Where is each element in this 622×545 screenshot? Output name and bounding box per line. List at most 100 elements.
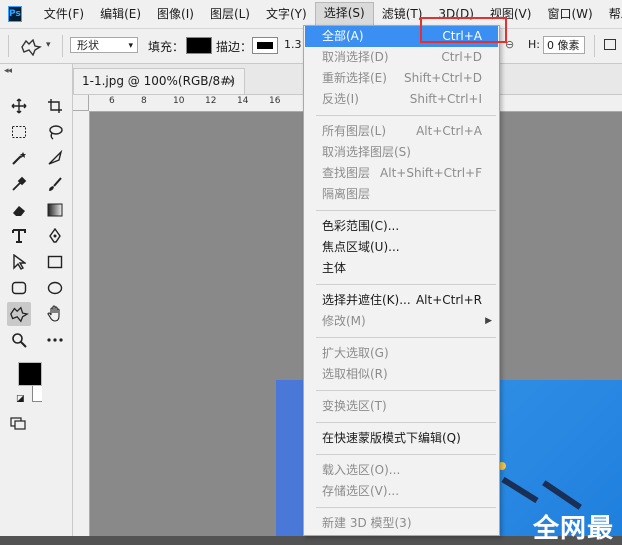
path-operations-icon[interactable] bbox=[604, 39, 616, 50]
menu-item-label: 新建 3D 模型(3) bbox=[322, 516, 412, 530]
ruler-tick-label: 12 bbox=[205, 96, 217, 106]
menu-item-label: 载入选区(O)... bbox=[322, 463, 401, 477]
menu-item-inverse[interactable]: 反选(I) Shift+Ctrl+I bbox=[305, 89, 498, 110]
menu-item-transform-selection[interactable]: 变换选区(T) bbox=[305, 396, 498, 417]
menu-item-grow[interactable]: 扩大选取(G) bbox=[305, 343, 498, 364]
custom-shape-tool-preset-icon[interactable] bbox=[20, 38, 42, 59]
menu-item-label: 色彩范围(C)... bbox=[322, 219, 400, 233]
menu-window[interactable]: 窗口(W) bbox=[539, 3, 600, 25]
menu-item-label: 反选(I) bbox=[322, 92, 359, 106]
menu-select[interactable]: 选择(S) bbox=[314, 2, 374, 26]
ruler-tick-label: 10 bbox=[173, 96, 185, 106]
menu-item-new-3d-model[interactable]: 新建 3D 模型(3) bbox=[305, 513, 498, 534]
menu-edit[interactable]: 编辑(E) bbox=[92, 3, 149, 25]
foreground-color-swatch[interactable] bbox=[18, 362, 42, 386]
menu-separator bbox=[316, 507, 496, 508]
chevron-down-icon[interactable]: ▾ bbox=[46, 40, 51, 50]
menu-help[interactable]: 帮助(H) bbox=[601, 3, 622, 25]
menu-item-label: 主体 bbox=[322, 261, 347, 275]
shape-mode-select[interactable]: 形状 ▾ bbox=[70, 37, 138, 53]
path-select-icon[interactable] bbox=[9, 252, 29, 272]
menu-item-label: 焦点区域(U)... bbox=[322, 240, 400, 254]
menu-item-load-selection[interactable]: 载入选区(O)... bbox=[305, 460, 498, 481]
watermark-logo: 全网最 bbox=[533, 514, 615, 544]
height-input[interactable]: 0 像素 bbox=[543, 36, 585, 54]
screen-mode-icon[interactable] bbox=[9, 414, 29, 434]
type-icon[interactable] bbox=[9, 226, 29, 246]
more-tools-icon[interactable] bbox=[45, 330, 65, 350]
annotation-highlight-box bbox=[420, 17, 507, 43]
menu-item-label: 所有图层(L) bbox=[322, 124, 387, 138]
magic-wand-icon[interactable] bbox=[9, 148, 29, 168]
menu-item-save-selection[interactable]: 存储选区(V)... bbox=[305, 481, 498, 502]
menu-item-shortcut: Alt+Ctrl+A bbox=[416, 124, 482, 138]
menu-separator bbox=[316, 337, 496, 338]
menu-type[interactable]: 文字(Y) bbox=[258, 3, 315, 25]
menu-item-select-and-mask[interactable]: 选择并遮住(K)... Alt+Ctrl+R bbox=[305, 290, 498, 311]
menu-item-reselect[interactable]: 重新选择(E) Shift+Ctrl+D bbox=[305, 68, 498, 89]
menu-item-all-layers[interactable]: 所有图层(L) Alt+Ctrl+A bbox=[305, 121, 498, 142]
menu-item-label: 存储选区(V)... bbox=[322, 484, 400, 498]
menu-item-label: 变换选区(T) bbox=[322, 399, 387, 413]
menu-item-similar[interactable]: 选取相似(R) bbox=[305, 364, 498, 385]
menu-item-isolate-layers[interactable]: 隔离图层 bbox=[305, 184, 498, 205]
tools-panel: ◂◂ ◪ bbox=[0, 64, 58, 536]
rectangle-icon[interactable] bbox=[45, 252, 65, 272]
menu-item-label: 选取相似(R) bbox=[322, 367, 388, 381]
menu-item-label: 全部(A) bbox=[322, 29, 364, 43]
menu-item-label: 选择并遮住(K)... bbox=[322, 293, 411, 307]
document-tab[interactable]: 1-1.jpg @ 100%(RGB/8#) × bbox=[73, 68, 245, 94]
menu-item-focus-area[interactable]: 焦点区域(U)... bbox=[305, 237, 498, 258]
stroke-label: 描边： bbox=[216, 40, 253, 54]
hand-icon[interactable] bbox=[45, 304, 65, 324]
ruler-tick-label: 6 bbox=[109, 96, 115, 106]
ruler-origin[interactable] bbox=[73, 95, 89, 111]
menu-item-modify[interactable]: 修改(M) ▶ bbox=[305, 311, 498, 332]
menu-item-shortcut: Alt+Ctrl+R bbox=[415, 293, 482, 307]
menu-item-label: 在快速蒙版模式下编辑(Q) bbox=[322, 431, 461, 445]
move-icon[interactable] bbox=[9, 96, 29, 116]
rounded-rect-icon[interactable] bbox=[9, 278, 29, 298]
menu-item-label: 修改(M) bbox=[322, 314, 366, 328]
shape-mode-value: 形状 bbox=[77, 39, 99, 52]
menu-item-deselect-layers[interactable]: 取消选择图层(S) bbox=[305, 142, 498, 163]
menu-item-subject[interactable]: 主体 bbox=[305, 258, 498, 279]
ellipse-icon[interactable] bbox=[45, 278, 65, 298]
tools-panel-column-2 bbox=[42, 64, 72, 536]
fill-label: 填充： bbox=[148, 40, 185, 54]
menu-item-deselect[interactable]: 取消选择(D) Ctrl+D bbox=[305, 47, 498, 68]
gradient-icon[interactable] bbox=[45, 200, 65, 220]
separator bbox=[62, 35, 63, 57]
default-colors-icon[interactable]: ◪ bbox=[16, 394, 25, 404]
menu-item-label: 重新选择(E) bbox=[322, 71, 387, 85]
menu-item-shortcut: Shift+Ctrl+I bbox=[409, 92, 482, 106]
options-grip bbox=[8, 35, 9, 57]
menu-item-shortcut: Ctrl+D bbox=[441, 50, 482, 64]
eraser-icon[interactable] bbox=[9, 200, 29, 220]
ruler-tick-label: 14 bbox=[237, 96, 249, 106]
custom-shape-icon[interactable] bbox=[7, 302, 31, 326]
menu-item-color-range[interactable]: 色彩范围(C)... bbox=[305, 216, 498, 237]
menu-item-label: 隔离图层 bbox=[322, 187, 371, 201]
menu-file[interactable]: 文件(F) bbox=[36, 3, 92, 25]
lasso-icon[interactable] bbox=[45, 122, 65, 142]
chevron-down-icon: ▾ bbox=[128, 41, 133, 51]
marquee-icon[interactable] bbox=[9, 122, 29, 142]
menu-separator bbox=[316, 454, 496, 455]
stroke-color-swatch[interactable] bbox=[252, 37, 278, 54]
menu-item-find-layers[interactable]: 查找图层 Alt+Shift+Ctrl+F bbox=[305, 163, 498, 184]
fill-color-swatch[interactable] bbox=[186, 37, 212, 54]
slice-icon[interactable] bbox=[45, 148, 65, 168]
zoom-icon[interactable] bbox=[9, 330, 29, 350]
eyedropper-icon[interactable] bbox=[9, 174, 29, 194]
brush-icon[interactable] bbox=[45, 174, 65, 194]
stroke-width-value[interactable]: 1.3 bbox=[284, 38, 302, 51]
collapse-panel-icon[interactable]: ◂◂ bbox=[4, 66, 12, 76]
menu-item-quick-mask[interactable]: 在快速蒙版模式下编辑(Q) bbox=[305, 428, 498, 449]
menu-image[interactable]: 图像(I) bbox=[149, 3, 202, 25]
menu-separator bbox=[316, 422, 496, 423]
menu-layer[interactable]: 图层(L) bbox=[202, 3, 258, 25]
close-icon[interactable]: × bbox=[226, 69, 236, 93]
artboard-icon[interactable] bbox=[45, 96, 65, 116]
pen-icon[interactable] bbox=[45, 226, 65, 246]
